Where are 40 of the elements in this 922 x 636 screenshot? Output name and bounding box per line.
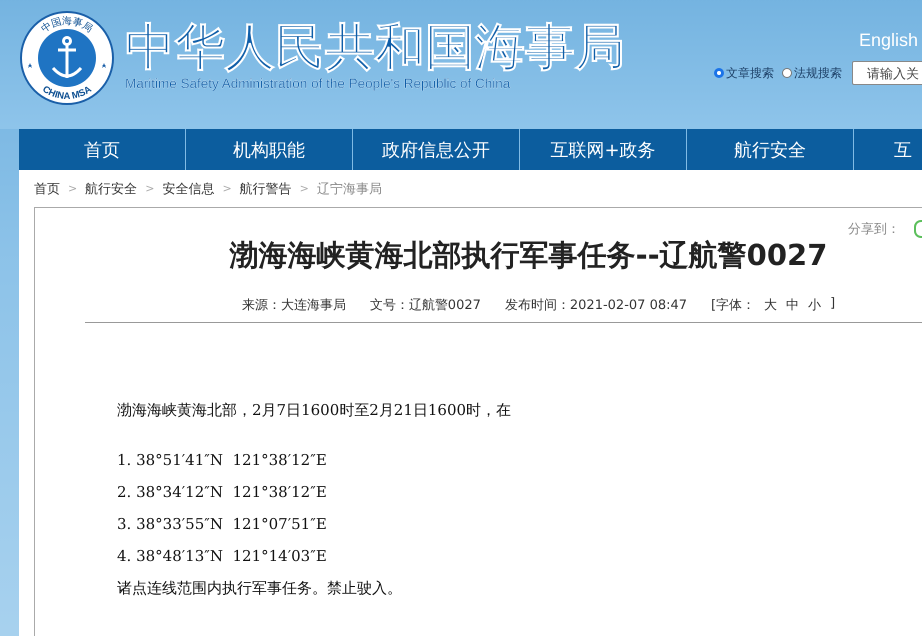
article-meta: 发布时间：2021-02-07 08:47 xyxy=(504,297,688,314)
bracket-text: ] xyxy=(830,296,836,313)
breadcrumb-link[interactable]: 安全信息 xyxy=(162,180,214,198)
coordinate-line: 1. 38°51′41″N 121°38′12″E xyxy=(117,450,328,471)
body-paragraph: 渤海海峡黄海北部，2月7日1600时至2月21日1600时，在 xyxy=(117,401,512,420)
share-icon[interactable] xyxy=(914,220,922,238)
radio-icon[interactable] xyxy=(714,68,724,78)
search-field[interactable]: 请输入关 xyxy=(852,61,922,85)
font-size-link[interactable]: 中 xyxy=(786,296,800,314)
breadcrumb-separator: > xyxy=(145,182,154,195)
font-size-label: [字体： xyxy=(711,297,756,314)
site-title: 中华人民共和国海事局 xyxy=(125,18,625,76)
nav-tab[interactable]: 首页 xyxy=(19,129,185,170)
nav-tab[interactable]: 互 xyxy=(854,129,922,170)
article-title: 渤海海峡黄海北部执行军事任务--辽航警0027 xyxy=(228,237,828,274)
breadcrumb-link[interactable]: 首页 xyxy=(34,180,60,198)
article-meta: 文号：辽航警0027 xyxy=(370,297,481,314)
share-label: 分享到： xyxy=(848,221,900,238)
nav-tab[interactable]: 机构职能 xyxy=(186,129,352,170)
coordinate-line: 2. 38°34′12″N 121°38′12″E xyxy=(117,482,328,503)
coordinate-line: 4. 38°48′13″N 121°14′03″E xyxy=(117,546,328,567)
radio-icon[interactable] xyxy=(782,68,792,78)
breadcrumb-link[interactable]: 航行警告 xyxy=(240,180,292,198)
nav-tab[interactable]: 政府信息公开 xyxy=(353,129,519,170)
breadcrumb-separator: > xyxy=(68,182,78,195)
breadcrumb-separator: > xyxy=(300,182,309,195)
nav-tab[interactable]: 互联网+政务 xyxy=(520,129,686,170)
article-meta: 来源：大连海事局 xyxy=(242,297,346,314)
nav-tab[interactable]: 航行安全 xyxy=(687,129,853,170)
body-paragraph: 诸点连线范围内执行军事任务。禁止驶入。 xyxy=(117,578,403,599)
breadcrumb-link[interactable]: 辽宁海事局 xyxy=(316,180,382,198)
site-subtitle: Maritime Safety Administration of the People's Republic of China xyxy=(125,76,512,91)
coordinate-line: 3. 38°33′55″N 121°07′51″E xyxy=(117,514,328,535)
search-type-radio[interactable]: 文章搜索 xyxy=(714,64,774,82)
breadcrumb-link[interactable]: 航行安全 xyxy=(85,180,138,198)
breadcrumb-separator: > xyxy=(222,182,232,195)
font-size-link[interactable]: 大 xyxy=(764,296,778,314)
font-size-link[interactable]: 小 xyxy=(808,296,822,314)
search-type-radio[interactable]: 法规搜索 xyxy=(782,64,842,82)
emblem-logo: 中国海事局 CHINA MSA xyxy=(19,10,115,106)
